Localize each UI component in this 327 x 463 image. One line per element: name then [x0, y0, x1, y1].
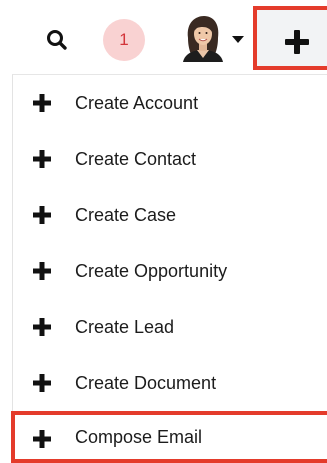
menu-item-label: Create Document [75, 373, 217, 393]
menu-item-label: Create Contact [75, 149, 197, 169]
menu-item-label: Compose Email [75, 427, 203, 447]
top-navigation-bar: 1 [0, 0, 327, 74]
search-icon [47, 30, 67, 50]
plus-icon [33, 94, 51, 112]
plus-icon [33, 430, 51, 448]
menu-item-create-account[interactable]: Create Account [13, 75, 327, 131]
plus-icon [33, 374, 51, 392]
menu-item-create-document[interactable]: Create Document [13, 355, 327, 411]
menu-item-label: Create Account [75, 93, 199, 113]
notification-count: 1 [119, 30, 129, 49]
menu-item-create-lead[interactable]: Create Lead [13, 299, 327, 355]
plus-icon [33, 318, 51, 336]
menu-item-label: Create Opportunity [75, 261, 228, 281]
plus-icon [33, 262, 51, 280]
quick-create-button[interactable] [253, 6, 327, 70]
notifications-button[interactable]: 1 [103, 19, 145, 61]
menu-item-create-opportunity[interactable]: Create Opportunity [13, 243, 327, 299]
plus-icon [285, 30, 309, 54]
chevron-down-icon [232, 36, 244, 43]
menu-item-compose-email[interactable]: Compose Email [11, 411, 327, 463]
plus-icon [33, 206, 51, 224]
plus-icon [33, 150, 51, 168]
menu-item-create-case[interactable]: Create Case [13, 187, 327, 243]
search-button[interactable] [44, 27, 70, 53]
avatar [180, 14, 226, 62]
quick-create-menu: Create Account Create Contact Create Cas… [11, 74, 327, 463]
menu-item-label: Create Case [75, 205, 177, 225]
user-menu-button[interactable] [180, 14, 252, 62]
menu-item-create-contact[interactable]: Create Contact [13, 131, 327, 187]
menu-item-label: Create Lead [75, 317, 175, 337]
